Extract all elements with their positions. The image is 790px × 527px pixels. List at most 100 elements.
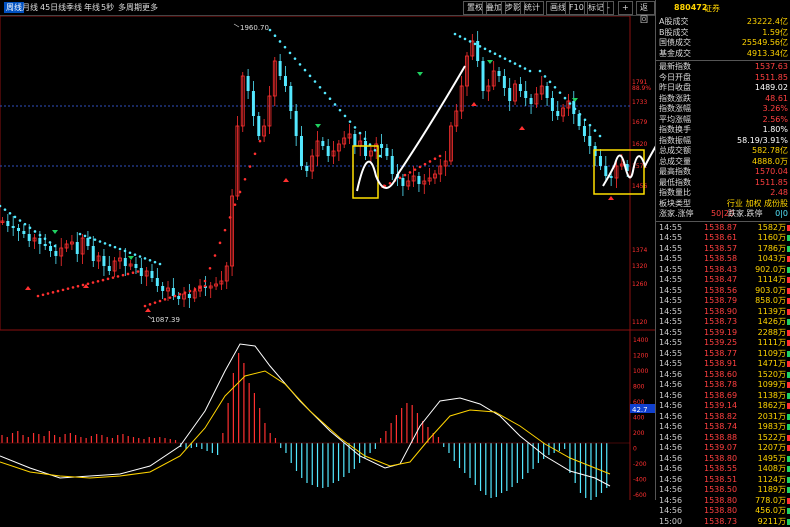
sar-dot bbox=[529, 70, 532, 73]
tick-price: 1538.73 bbox=[704, 317, 737, 328]
tick-volume: 2031万 bbox=[758, 412, 786, 423]
axis-tick-label: 1456 bbox=[632, 183, 647, 190]
tick-row: 14:551538.471114万 bbox=[656, 275, 790, 286]
axis-tick-label: 1400 bbox=[633, 337, 648, 344]
sar-dot bbox=[109, 244, 112, 247]
tick-row: 14:551538.581043万 bbox=[656, 254, 790, 265]
sar-dot bbox=[164, 298, 167, 301]
period-tab[interactable]: 5秒 bbox=[101, 2, 114, 13]
sar-dot bbox=[224, 229, 227, 232]
tick-row: 14:561538.551408万 bbox=[656, 464, 790, 475]
tick-volume: 1786万 bbox=[758, 244, 786, 255]
tick-volume: 1520万 bbox=[758, 370, 786, 381]
sar-dot bbox=[89, 236, 92, 239]
tick-price: 1538.73 bbox=[704, 517, 737, 527]
sar-dot bbox=[72, 286, 75, 289]
quote-label: 最低指数 bbox=[659, 178, 691, 189]
candle-body bbox=[188, 294, 191, 298]
sar-dot bbox=[269, 29, 272, 32]
quote-row: 指数振幅58.19/3.91% bbox=[656, 136, 790, 147]
sar-dot bbox=[107, 278, 110, 281]
index-name: 证券 bbox=[704, 3, 720, 14]
kline-chart[interactable]: 179188.9%1733167916201572145613741320126… bbox=[0, 16, 655, 500]
tick-row: 14:551538.43902.0万 bbox=[656, 265, 790, 276]
candle-body bbox=[546, 86, 549, 98]
sar-dot bbox=[424, 163, 427, 166]
tick-volume: 9211万 bbox=[758, 517, 786, 527]
signal-arrow bbox=[315, 124, 321, 128]
quote-value: 1.80% bbox=[763, 125, 788, 136]
sar-dot bbox=[67, 287, 70, 290]
quote-label: 最高指数 bbox=[659, 167, 691, 178]
tick-price: 1538.58 bbox=[704, 254, 737, 265]
tick-time: 14:56 bbox=[659, 496, 682, 507]
tick-row: 14:551539.251111万 bbox=[656, 338, 790, 349]
axis-tick-label: 1733 bbox=[632, 99, 647, 106]
candle-body bbox=[108, 266, 111, 271]
period-tab[interactable]: 45日线 bbox=[40, 2, 66, 13]
axis-tick-label: 0 bbox=[633, 446, 637, 453]
sar-dot bbox=[0, 205, 1, 208]
period-tab[interactable]: 周线 bbox=[4, 2, 24, 13]
tick-volume: 1495万 bbox=[758, 454, 786, 465]
tick-row: 14:561538.80456.0万 bbox=[656, 506, 790, 517]
quote-label: 指数量比 bbox=[659, 188, 691, 199]
quote-row: 总成交量4888.0万 bbox=[656, 157, 790, 168]
sar-dot bbox=[559, 91, 562, 94]
tick-row: 14:561538.501189万 bbox=[656, 485, 790, 496]
candle-body bbox=[588, 136, 591, 146]
tick-time: 14:56 bbox=[659, 485, 682, 496]
tick-volume: 1522万 bbox=[758, 433, 786, 444]
quote-value: 1511.85 bbox=[755, 73, 788, 84]
period-tab[interactable]: 季线 bbox=[66, 2, 82, 13]
candle-body bbox=[556, 111, 559, 116]
tick-time: 15:00 bbox=[659, 517, 682, 527]
sar-dot bbox=[419, 166, 422, 169]
sar-dot bbox=[344, 115, 347, 118]
toolbar-button[interactable]: 返回 bbox=[636, 1, 655, 15]
sar-dot bbox=[132, 271, 135, 274]
period-tab[interactable]: 年线 bbox=[84, 2, 100, 13]
sar-dot bbox=[359, 132, 362, 135]
toolbar-button[interactable]: - bbox=[603, 1, 614, 15]
breadth-value: 涨家.涨停 bbox=[659, 209, 694, 220]
quote-label: 总成交量 bbox=[659, 157, 691, 168]
candle-body bbox=[284, 76, 287, 86]
tick-price: 1539.25 bbox=[704, 338, 737, 349]
quote-label: 指数振幅 bbox=[659, 136, 691, 147]
sar-dot bbox=[52, 291, 55, 294]
tick-price: 1538.88 bbox=[704, 433, 737, 444]
tick-volume: 1109万 bbox=[758, 349, 786, 360]
quote-row: 板块类型行业 加权 成份股 bbox=[656, 199, 790, 210]
tick-volume: 1043万 bbox=[758, 254, 786, 265]
sar-dot bbox=[259, 140, 262, 143]
sar-dot bbox=[544, 75, 547, 78]
period-tab[interactable]: 更多 bbox=[142, 2, 158, 13]
tick-row: 14:561538.511124万 bbox=[656, 475, 790, 486]
quote-row: 最高指数1570.04 bbox=[656, 167, 790, 178]
sar-dot bbox=[122, 274, 125, 277]
toolbar-button[interactable]: 统计 bbox=[520, 1, 544, 15]
sar-dot bbox=[299, 63, 302, 66]
candle-body bbox=[599, 156, 602, 166]
quote-value: 2.56% bbox=[763, 115, 788, 126]
quote-value: 1.59亿 bbox=[762, 28, 788, 39]
candle-body bbox=[604, 166, 607, 176]
sar-dot bbox=[44, 237, 47, 240]
sar-dot bbox=[329, 97, 332, 100]
quote-label: 指数涨幅 bbox=[659, 104, 691, 115]
period-tab[interactable]: 月线 bbox=[22, 2, 38, 13]
sar-dot bbox=[9, 212, 12, 215]
period-tab[interactable]: 多周期 bbox=[118, 2, 142, 13]
candle-body bbox=[321, 141, 324, 146]
toolbar-button[interactable]: + bbox=[618, 1, 633, 15]
chart-area[interactable]: 179188.9%1733167916201572145613741320126… bbox=[0, 16, 655, 500]
sar-dot bbox=[204, 285, 207, 288]
sar-dot bbox=[209, 267, 212, 270]
sar-dot bbox=[314, 80, 317, 83]
tick-volume: 858.0万 bbox=[755, 296, 786, 307]
tick-price: 1538.51 bbox=[704, 475, 737, 486]
breadth-value: 0|0 bbox=[775, 209, 788, 220]
axis-tick-label: 200 bbox=[633, 430, 645, 437]
candle-body bbox=[124, 258, 127, 266]
